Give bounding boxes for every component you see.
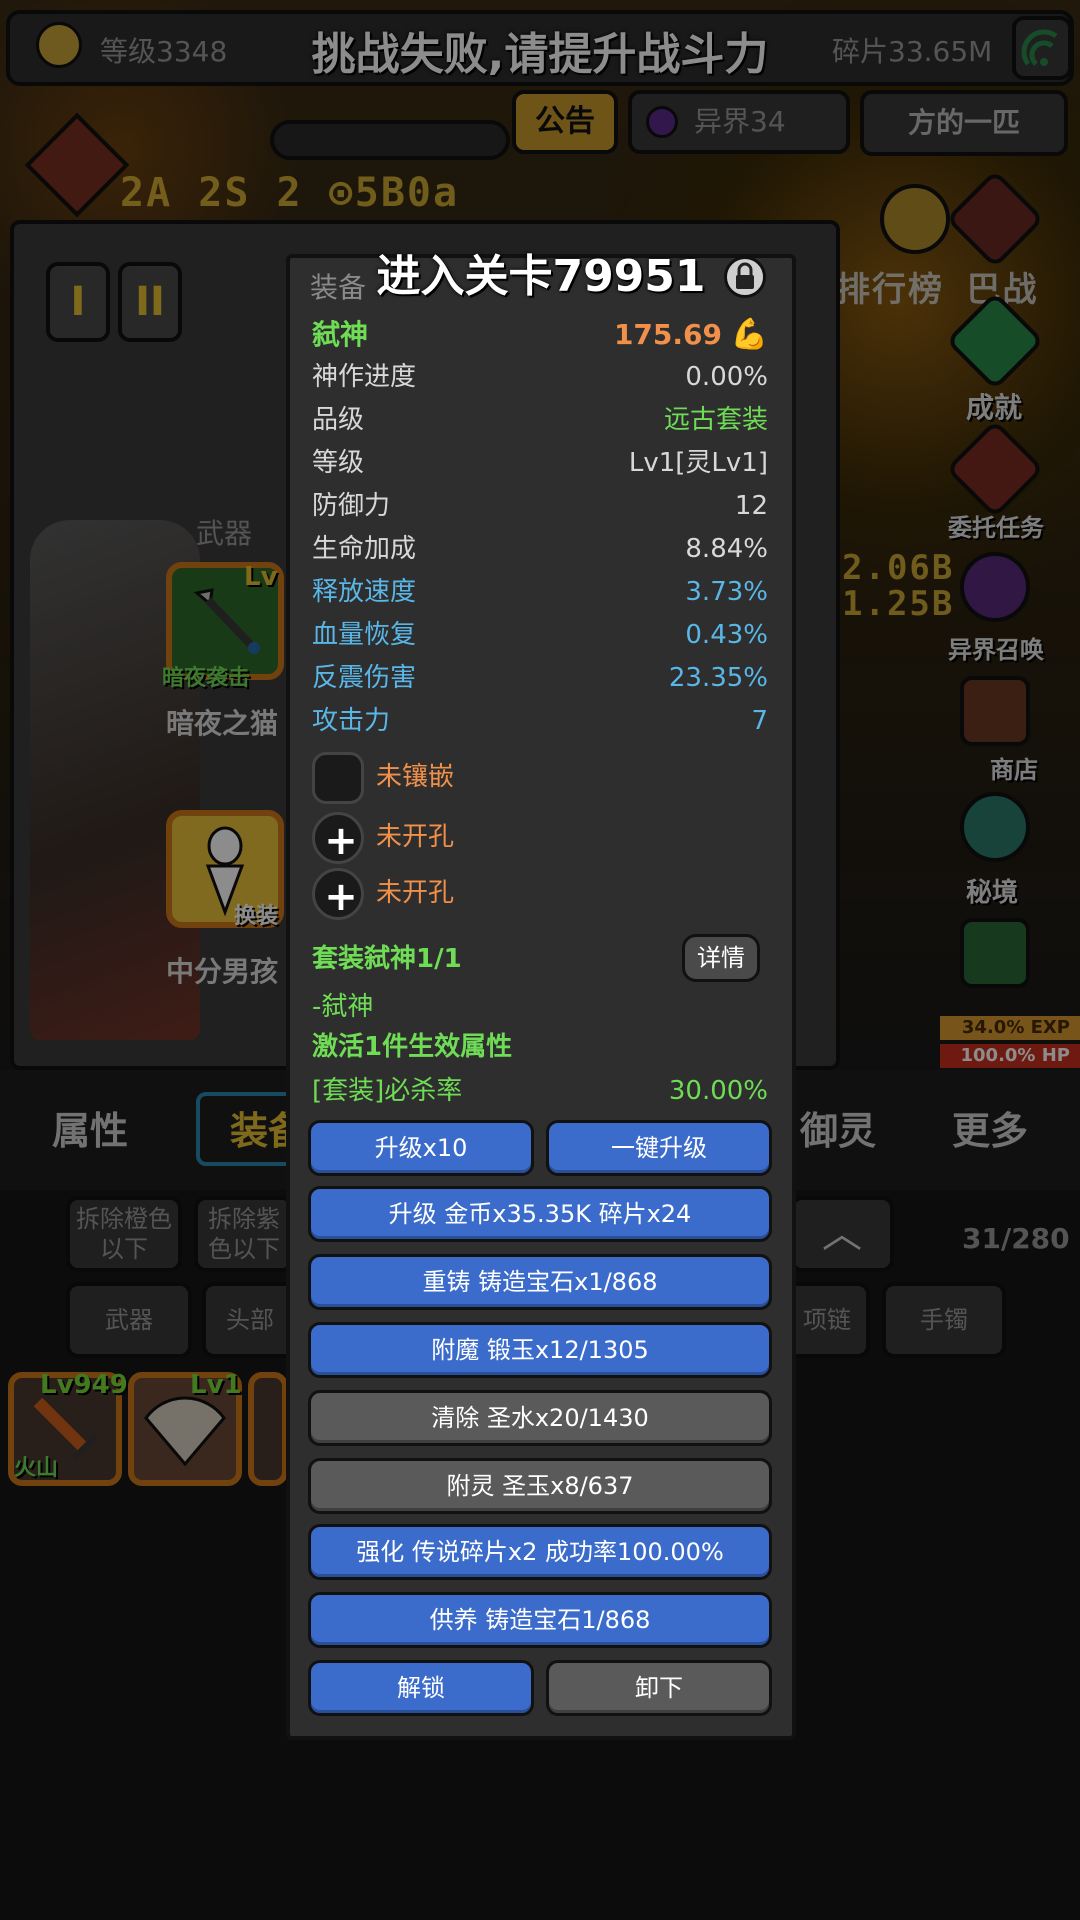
plus-icon: + <box>324 874 358 920</box>
plus-icon: + <box>324 818 358 864</box>
stage-entry-message: 进入关卡79951 <box>376 251 706 302</box>
socket-status: 未开孔 <box>376 822 455 852</box>
stat-row: 反震伤害 23.35% <box>312 657 768 699</box>
stat-value: 远古套装 <box>663 405 768 435</box>
recast-button[interactable]: 重铸 铸造宝石x1/868 <box>308 1254 772 1310</box>
stat-label: 防御力 <box>312 491 391 521</box>
stat-value: 8.84% <box>685 534 768 564</box>
stat-value: 0.00% <box>685 362 768 392</box>
enchant-button[interactable]: 附魔 锻玉x12/1305 <box>308 1322 772 1378</box>
game-screen: { "top": { "level": "等级3348", "shards": … <box>0 0 1080 1920</box>
set-bonus-value: 30.00% <box>668 1076 768 1106</box>
stat-label: 释放速度 <box>312 577 417 607</box>
stat-value: 23.35% <box>668 663 768 693</box>
socket-status: 未开孔 <box>376 878 455 908</box>
socket-status: 未镶嵌 <box>376 762 455 792</box>
set-member: -弑神 <box>312 992 374 1022</box>
strengthen-button[interactable]: 强化 传说碎片x2 成功率100.00% <box>308 1524 772 1580</box>
stat-row: 血量恢复 0.43% <box>312 614 768 656</box>
upgrade-x10-button[interactable]: 升级x10 <box>308 1120 534 1176</box>
stat-value: 3.73% <box>685 577 768 607</box>
stat-row: 攻击力 7 <box>312 700 768 742</box>
stat-value: 0.43% <box>685 620 768 650</box>
stat-label: 攻击力 <box>312 706 391 736</box>
details-button[interactable]: 详情 <box>682 934 760 982</box>
socket-unopened[interactable]: + <box>312 812 364 864</box>
upgrade-button[interactable]: 升级 金币x35.35K 碎片x24 <box>308 1186 772 1242</box>
clear-button[interactable]: 清除 圣水x20/1430 <box>308 1390 772 1446</box>
stat-row: 释放速度 3.73% <box>312 571 768 613</box>
stat-row: 等级 Lv1[灵Lv1] <box>312 442 768 484</box>
stat-row: 生命加成 8.84% <box>312 528 768 570</box>
set-activation: 激活1件生效属性 <box>312 1032 513 1062</box>
muscle-icon: 💪 <box>730 317 768 352</box>
spirit-attach-button[interactable]: 附灵 圣玉x8/637 <box>308 1458 772 1514</box>
stat-value: Lv1[灵Lv1] <box>628 448 768 478</box>
gem-socket-empty[interactable] <box>312 752 364 804</box>
lock-icon[interactable] <box>724 256 766 298</box>
item-title-row: 弑神 175.69 💪 <box>312 314 768 356</box>
stat-row: 防御力 12 <box>312 485 768 527</box>
unequip-button[interactable]: 卸下 <box>546 1660 772 1716</box>
one-key-upgrade-button[interactable]: 一键升级 <box>546 1120 772 1176</box>
stat-label: 反震伤害 <box>312 663 417 693</box>
stat-label: 生命加成 <box>312 534 417 564</box>
stat-label: 血量恢复 <box>312 620 417 650</box>
unlock-button[interactable]: 解锁 <box>308 1660 534 1716</box>
socket-unopened[interactable]: + <box>312 868 364 920</box>
set-bonus-label: [套装]必杀率 <box>312 1076 463 1106</box>
stat-row: 品级 远古套装 <box>312 399 768 441</box>
stat-label: 品级 <box>312 405 365 435</box>
set-bonus-row: [套装]必杀率 30.00% <box>312 1070 768 1112</box>
stat-label: 等级 <box>312 448 365 478</box>
stat-value: 12 <box>734 491 768 521</box>
item-name: 弑神 <box>312 318 369 351</box>
item-power: 175.69 <box>613 318 722 351</box>
stat-row: 神作进度 0.00% <box>312 356 768 398</box>
stat-label: 神作进度 <box>312 362 417 392</box>
nurture-button[interactable]: 供养 铸造宝石1/868 <box>308 1592 772 1648</box>
stat-value: 7 <box>751 706 768 736</box>
